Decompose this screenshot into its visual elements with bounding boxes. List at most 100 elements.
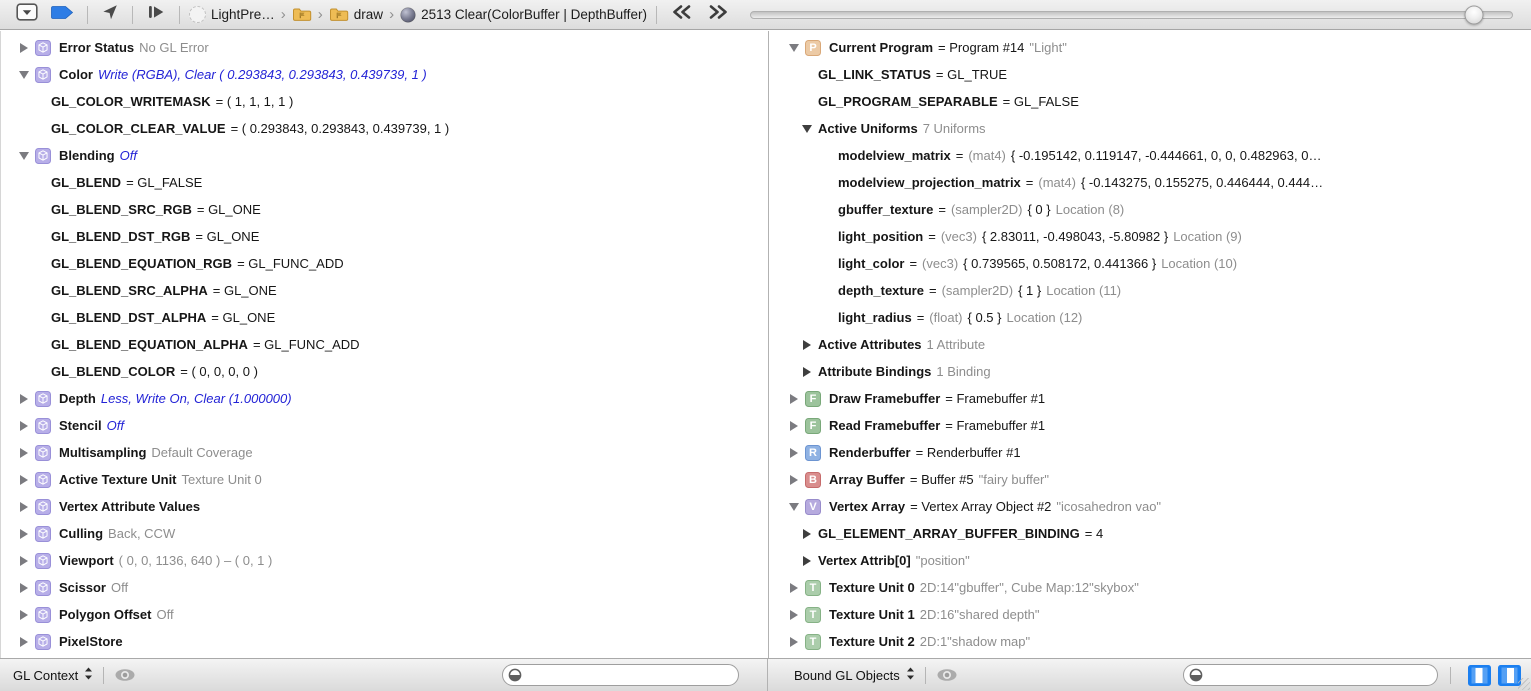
tree-row[interactable]: GL_BLEND_COLOR= ( 0, 0, 0, 0 ): [1, 358, 768, 385]
row-text: (sampler2D): [951, 202, 1023, 217]
disclosure-triangle-icon[interactable]: [13, 556, 35, 566]
slider-thumb[interactable]: [1464, 5, 1483, 24]
tree-row[interactable]: Vertex Attribute Values: [1, 493, 768, 520]
tree-row[interactable]: GL_PROGRAM_SEPARABLE= GL_FALSE: [769, 88, 1531, 115]
disclosure-triangle-icon[interactable]: [796, 367, 818, 377]
eye-icon[interactable]: [936, 668, 958, 682]
tree-row[interactable]: GL_COLOR_WRITEMASK= ( 1, 1, 1, 1 ): [1, 88, 768, 115]
tree-row[interactable]: GL_COLOR_CLEAR_VALUE= ( 0.293843, 0.2938…: [1, 115, 768, 142]
tree-row[interactable]: FRead Framebuffer= Framebuffer #1: [769, 412, 1531, 439]
previous-call-button[interactable]: [664, 2, 700, 28]
right-filter-input[interactable]: [1204, 667, 1429, 683]
tree-row[interactable]: Viewport( 0, 0, 1136, 640 ) – ( 0, 1 ): [1, 547, 768, 574]
disclosure-triangle-icon[interactable]: [783, 44, 805, 52]
tree-row[interactable]: TTexture Unit 12D:16"shared depth": [769, 601, 1531, 628]
tree-row[interactable]: TTexture Unit 02D:14"gbuffer", Cube Map:…: [769, 574, 1531, 601]
row-text: = GL_TRUE: [936, 67, 1007, 82]
continue-to-current-button[interactable]: [95, 2, 125, 28]
tree-row[interactable]: ColorWrite (RGBA), Clear ( 0.293843, 0.2…: [1, 61, 768, 88]
tree-row[interactable]: light_color=(vec3){ 0.739565, 0.508172, …: [769, 250, 1531, 277]
disclosure-triangle-icon[interactable]: [796, 340, 818, 350]
left-view-selector[interactable]: GL Context: [13, 666, 93, 684]
tree-row[interactable]: Active Attributes1 Attribute: [769, 331, 1531, 358]
disclosure-triangle-icon[interactable]: [783, 475, 805, 485]
filter-scope-icon[interactable]: [1188, 667, 1204, 683]
tree-row[interactable]: BArray Buffer= Buffer #5"fairy buffer": [769, 466, 1531, 493]
disclosure-triangle-icon[interactable]: [13, 71, 35, 79]
disclosure-triangle-icon[interactable]: [783, 610, 805, 620]
right-view-selector[interactable]: Bound GL Objects: [794, 666, 915, 684]
tree-row[interactable]: Active Texture UnitTexture Unit 0: [1, 466, 768, 493]
tree-row[interactable]: TTexture Unit 22D:1"shadow map": [769, 628, 1531, 655]
tree-row[interactable]: MultisamplingDefault Coverage: [1, 439, 768, 466]
disclosure-triangle-icon[interactable]: [13, 529, 35, 539]
disclosure-triangle-icon[interactable]: [783, 448, 805, 458]
collapse-variables-button[interactable]: [10, 2, 44, 28]
disclosure-triangle-icon[interactable]: [13, 583, 35, 593]
tree-row[interactable]: DepthLess, Write On, Clear (1.000000): [1, 385, 768, 412]
tree-row[interactable]: RRenderbuffer= Renderbuffer #1: [769, 439, 1531, 466]
tree-row[interactable]: GL_BLEND_EQUATION_RGB= GL_FUNC_ADD: [1, 250, 768, 277]
tree-row[interactable]: modelview_projection_matrix=(mat4){ -0.1…: [769, 169, 1531, 196]
show-left-pane-toggle-icon[interactable]: [1468, 665, 1491, 686]
tree-row[interactable]: Attribute Bindings1 Binding: [769, 358, 1531, 385]
tree-row[interactable]: ScissorOff: [1, 574, 768, 601]
row-text: Blending: [59, 148, 115, 163]
disclosure-triangle-icon[interactable]: [13, 43, 35, 53]
breadcrumb-segment[interactable]: [290, 7, 314, 22]
disclosure-triangle-icon[interactable]: [13, 475, 35, 485]
tree-row[interactable]: StencilOff: [1, 412, 768, 439]
left-filter-field[interactable]: [502, 664, 739, 686]
breadcrumb-segment[interactable]: LightPre…: [187, 6, 277, 23]
disclosure-triangle-icon[interactable]: [783, 421, 805, 431]
step-forward-button[interactable]: [140, 2, 172, 28]
disclosure-triangle-icon[interactable]: [13, 421, 35, 431]
tree-row[interactable]: GL_ELEMENT_ARRAY_BUFFER_BINDING= 4: [769, 520, 1531, 547]
tree-row[interactable]: Error StatusNo GL Error: [1, 34, 768, 61]
tree-row[interactable]: light_position=(vec3){ 2.83011, -0.49804…: [769, 223, 1531, 250]
disclosure-triangle-icon[interactable]: [13, 610, 35, 620]
tree-row[interactable]: modelview_matrix=(mat4){ -0.195142, 0.11…: [769, 142, 1531, 169]
next-call-button[interactable]: [700, 2, 736, 28]
disclosure-triangle-icon[interactable]: [783, 503, 805, 511]
left-filter-input[interactable]: [523, 667, 730, 683]
tree-row[interactable]: CullingBack, CCW: [1, 520, 768, 547]
tree-row[interactable]: GL_BLEND_EQUATION_ALPHA= GL_FUNC_ADD: [1, 331, 768, 358]
filter-scope-icon[interactable]: [507, 667, 523, 683]
tree-row[interactable]: depth_texture=(sampler2D){ 1 }Location (…: [769, 277, 1531, 304]
disclosure-triangle-icon[interactable]: [13, 448, 35, 458]
disclosure-triangle-icon[interactable]: [796, 556, 818, 566]
disclosure-triangle-icon[interactable]: [796, 125, 818, 133]
breakpoint-flag-button[interactable]: [44, 2, 80, 28]
tree-row[interactable]: GL_LINK_STATUS= GL_TRUE: [769, 61, 1531, 88]
disclosure-triangle-icon[interactable]: [783, 583, 805, 593]
frame-scrub-slider[interactable]: [750, 11, 1513, 19]
disclosure-triangle-icon[interactable]: [13, 502, 35, 512]
tree-row[interactable]: GL_BLEND_SRC_ALPHA= GL_ONE: [1, 277, 768, 304]
disclosure-triangle-icon[interactable]: [796, 529, 818, 539]
disclosure-triangle-icon[interactable]: [13, 152, 35, 160]
breadcrumb-segment[interactable]: 2513 Clear(ColorBuffer | DepthBuffer): [398, 7, 649, 23]
tree-row[interactable]: GL_BLEND_SRC_RGB= GL_ONE: [1, 196, 768, 223]
tree-row[interactable]: Vertex Attrib[0]"position": [769, 547, 1531, 574]
disclosure-triangle-icon[interactable]: [13, 637, 35, 647]
tree-row[interactable]: GL_BLEND_DST_RGB= GL_ONE: [1, 223, 768, 250]
disclosure-triangle-icon[interactable]: [783, 394, 805, 404]
tree-row[interactable]: PixelStore: [1, 628, 768, 655]
window-resize-grip[interactable]: [1518, 678, 1530, 690]
tree-row[interactable]: GL_BLEND= GL_FALSE: [1, 169, 768, 196]
tree-row[interactable]: GL_BLEND_DST_ALPHA= GL_ONE: [1, 304, 768, 331]
tree-row[interactable]: PCurrent Program= Program #14"Light": [769, 34, 1531, 61]
tree-row[interactable]: gbuffer_texture=(sampler2D){ 0 }Location…: [769, 196, 1531, 223]
disclosure-triangle-icon[interactable]: [783, 637, 805, 647]
tree-row[interactable]: FDraw Framebuffer= Framebuffer #1: [769, 385, 1531, 412]
eye-icon[interactable]: [114, 668, 136, 682]
tree-row[interactable]: Active Uniforms7 Uniforms: [769, 115, 1531, 142]
right-filter-field[interactable]: [1183, 664, 1438, 686]
tree-row[interactable]: Polygon OffsetOff: [1, 601, 768, 628]
tree-row[interactable]: light_radius=(float){ 0.5 }Location (12): [769, 304, 1531, 331]
disclosure-triangle-icon[interactable]: [13, 394, 35, 404]
tree-row[interactable]: BlendingOff: [1, 142, 768, 169]
breadcrumb-segment[interactable]: draw: [327, 7, 385, 22]
tree-row[interactable]: VVertex Array= Vertex Array Object #2"ic…: [769, 493, 1531, 520]
